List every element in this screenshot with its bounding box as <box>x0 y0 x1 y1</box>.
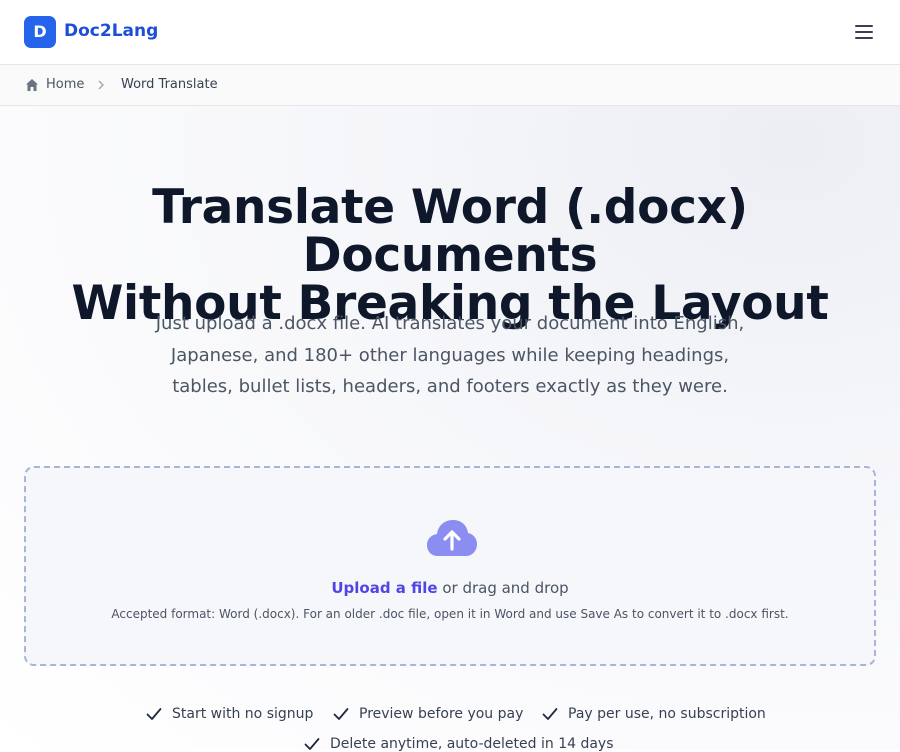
breadcrumb-home-link[interactable]: Home <box>46 77 84 92</box>
subtitle-line-1: Just upload a .docx file. AI translates … <box>155 313 745 334</box>
cloud-upload-icon <box>427 520 477 556</box>
feature-label: Pay per use, no subscription <box>568 706 766 722</box>
feature-label: Start with no signup <box>172 706 314 722</box>
feature-label: Preview before you pay <box>359 706 524 722</box>
file-dropzone[interactable]: Upload a file or drag and drop Accepted … <box>24 466 876 666</box>
top-header: D Doc2Lang <box>0 0 900 65</box>
drag-drop-text: or drag and drop <box>437 579 569 597</box>
chevron-right-icon <box>98 80 104 90</box>
home-icon <box>26 79 38 91</box>
logo-mark[interactable]: D <box>24 16 56 48</box>
accepted-format-note: Accepted format: Word (.docx). For an ol… <box>111 607 789 621</box>
feature-item: Pay per use, no subscription <box>542 706 766 722</box>
upload-file-link[interactable]: Upload a file <box>331 579 437 597</box>
hamburger-menu-icon[interactable] <box>850 20 878 44</box>
breadcrumb-current: Word Translate <box>121 77 218 92</box>
check-icon <box>333 708 349 720</box>
title-line-1: Translate Word (.docx) Documents <box>152 180 748 283</box>
upload-instructions: Upload a file or drag and drop <box>26 579 874 597</box>
subtitle-line-3: tables, bullet lists, headers, and foote… <box>172 376 728 397</box>
feature-item: Start with no signup <box>146 706 313 722</box>
check-icon <box>146 708 162 720</box>
page-title: Translate Word (.docx) Documents Without… <box>0 184 900 328</box>
brand-name[interactable]: Doc2Lang <box>64 21 158 41</box>
page-subtitle: Just upload a .docx file. AI translates … <box>150 308 750 403</box>
feature-item: Preview before you pay <box>333 706 523 722</box>
check-icon <box>304 738 320 750</box>
breadcrumb: Home Word Translate <box>0 65 900 106</box>
subtitle-line-2: Japanese, and 180+ other languages while… <box>170 344 730 366</box>
check-icon <box>542 708 558 720</box>
